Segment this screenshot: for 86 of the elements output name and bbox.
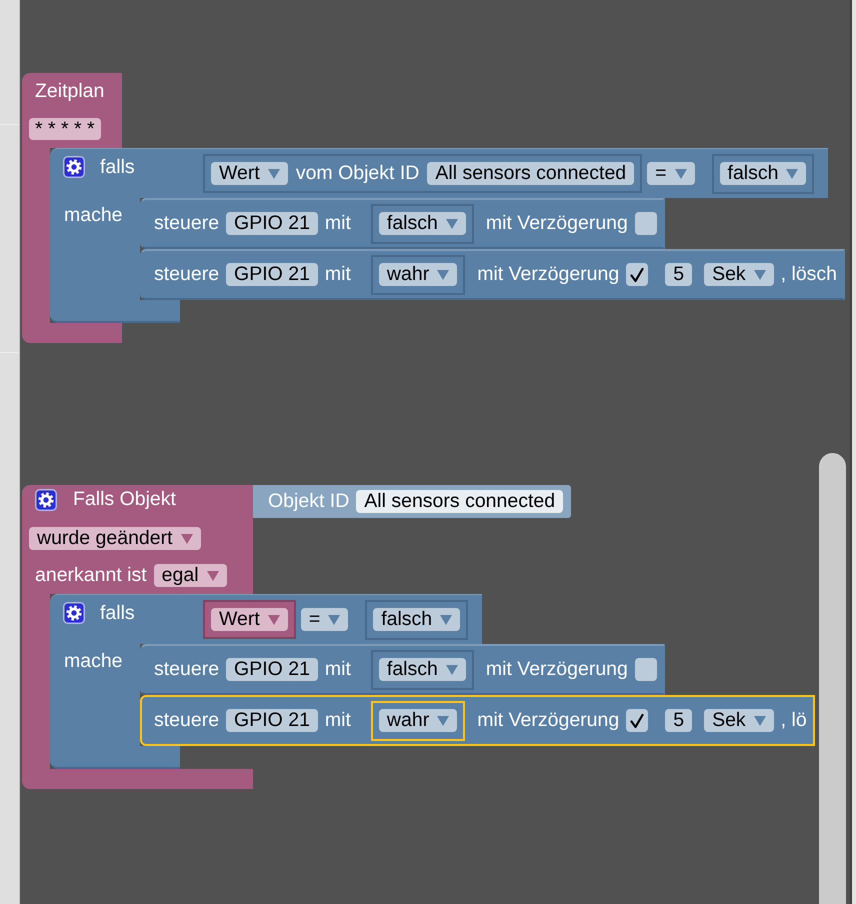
block-label: mit Verzögerung — [477, 263, 620, 286]
block-label: , lö — [780, 709, 807, 732]
block-label: mit — [324, 212, 351, 235]
operator-dropdown[interactable]: = — [647, 162, 695, 185]
trigger-block[interactable]: Falls Objekt wurde geändert anerkannt ist egal Objekt ID All sensors connected falls Wert = falsch mache steuere GPIO 21 mit falsch mit Verzögerung steuere GPIO 21 mit wahr mit Verzögerung 5 Sek , lö — [22, 485, 815, 789]
control-block[interactable]: steuere GPIO 21 mit falsch mit Verzögerung — [140, 198, 665, 249]
caret-icon — [446, 218, 458, 228]
block-label: Zeitplan — [34, 80, 104, 103]
block-label: vom Objekt ID — [296, 162, 420, 185]
caret-icon — [206, 570, 219, 580]
event-dropdown[interactable]: wurde geändert — [29, 527, 201, 550]
block-label: mit Verzögerung — [477, 709, 620, 732]
caret-icon — [440, 614, 452, 624]
control-block[interactable]: steuere GPIO 21 mit wahr mit Verzögerung 5 Sek , lösch — [140, 249, 846, 300]
delay-value-field[interactable]: 5 — [665, 709, 692, 732]
if-block[interactable]: falls Wert = falsch mache steuere GPIO 21 mit falsch mit Verzögerung steuere GPIO 21 mit wahr mit Verzögerung 5 Sek , lö — [50, 594, 815, 769]
target-field[interactable]: GPIO 21 — [226, 709, 318, 732]
block-label: mit — [324, 263, 351, 286]
object-id-field[interactable]: All sensors connected — [427, 162, 634, 185]
caret-icon — [437, 270, 450, 280]
object-value-block[interactable]: Wert vom Objekt ID All sensors connected — [203, 154, 642, 193]
block-label: falls — [100, 156, 135, 178]
target-field[interactable]: GPIO 21 — [226, 658, 318, 681]
scrollbar-thumb[interactable] — [819, 453, 846, 904]
schedule-block[interactable]: Zeitplan * * * * * falls Wert vom Objekt ID All sensors connected = falsch mache steuere GPIO 21 mit falsch mit Verzögerung steuere GPIO 21 mit wahr mit Verzögerung 5 Sek , lösch — [22, 73, 846, 343]
block-label: mit Verzögerung — [486, 658, 628, 681]
check-icon — [629, 712, 646, 728]
caret-icon — [754, 716, 766, 726]
compare-block[interactable]: Wert vom Objekt ID All sensors connected = falsch — [180, 148, 828, 198]
ack-dropdown[interactable]: egal — [154, 564, 227, 587]
unit-dropdown[interactable]: Sek — [704, 709, 774, 732]
caret-icon — [268, 614, 280, 624]
if-block[interactable]: falls Wert vom Objekt ID All sensors connected = falsch mache steuere GPIO 21 mit falsch mit Verzögerung steuere GPIO 21 mit wahr mit Verzögerung 5 Sek , lösch — [50, 148, 846, 323]
block-label: mache — [64, 204, 123, 226]
control-block[interactable]: steuere GPIO 21 mit falsch mit Verzögerung — [140, 644, 665, 695]
attribute-dropdown[interactable]: Wert — [211, 608, 288, 631]
boolean-dropdown[interactable]: falsch — [378, 658, 466, 681]
caret-icon — [446, 664, 458, 674]
boolean-block[interactable]: falsch — [370, 650, 474, 690]
attribute-dropdown[interactable]: Wert — [211, 162, 288, 185]
control-block[interactable]: steuere GPIO 21 mit wahr mit Verzögerung 5 Sek , lö — [140, 695, 815, 746]
boolean-block[interactable]: falsch — [370, 204, 474, 244]
block-label: steuere — [154, 658, 220, 681]
boolean-dropdown[interactable]: falsch — [373, 608, 460, 631]
block-label: Falls Objekt — [73, 488, 176, 511]
boolean-block[interactable]: wahr — [370, 700, 466, 740]
block-label: Objekt ID — [268, 490, 350, 513]
target-field[interactable]: GPIO 21 — [226, 212, 318, 235]
block-label: anerkannt ist — [35, 564, 147, 587]
target-field[interactable]: GPIO 21 — [226, 263, 318, 286]
block-label: , lösch — [780, 263, 838, 286]
block-label: steuere — [154, 709, 220, 732]
boolean-dropdown[interactable]: wahr — [378, 263, 458, 286]
block-label: mit — [324, 709, 351, 732]
boolean-block[interactable]: wahr — [370, 254, 466, 294]
block-label: steuere — [154, 263, 220, 286]
block-label: mit Verzögerung — [486, 212, 628, 235]
boolean-block[interactable]: falsch — [712, 154, 814, 194]
unit-dropdown[interactable]: Sek — [704, 263, 774, 286]
delay-checkbox[interactable] — [634, 658, 657, 681]
caret-icon — [180, 534, 193, 544]
caret-icon — [268, 168, 280, 178]
block-label: mache — [64, 650, 123, 672]
boolean-dropdown[interactable]: falsch — [378, 212, 466, 235]
delay-checkbox[interactable] — [626, 709, 648, 732]
compare-block[interactable]: Wert = falsch — [180, 594, 482, 644]
caret-icon — [328, 614, 340, 624]
object-id-block[interactable]: Objekt ID All sensors connected — [253, 485, 572, 518]
trigger-value-block[interactable]: Wert — [203, 600, 296, 639]
delay-value-field[interactable]: 5 — [665, 263, 692, 286]
block-label: falls — [100, 602, 135, 624]
caret-icon — [754, 270, 766, 280]
delay-checkbox[interactable] — [634, 212, 657, 235]
boolean-dropdown[interactable]: falsch — [720, 162, 806, 185]
boolean-block[interactable]: falsch — [365, 600, 468, 640]
block-label: mit — [324, 658, 351, 681]
operator-dropdown[interactable]: = — [300, 608, 348, 631]
block-label: steuere — [154, 212, 220, 235]
caret-icon — [437, 716, 450, 726]
caret-icon — [786, 168, 798, 178]
caret-icon — [674, 168, 687, 178]
delay-checkbox[interactable] — [626, 263, 648, 286]
object-id-field[interactable]: All sensors connected — [356, 490, 564, 513]
boolean-dropdown[interactable]: wahr — [378, 709, 458, 732]
check-icon — [629, 266, 646, 282]
cron-field[interactable]: * * * * * — [29, 118, 101, 140]
